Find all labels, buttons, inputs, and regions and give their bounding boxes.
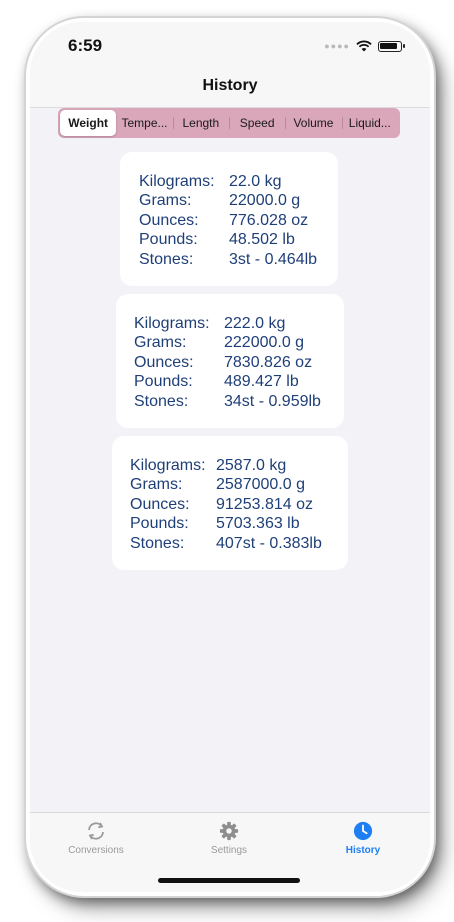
history-card: Kilograms: 222.0 kg Grams: 222000.0 g Ou… bbox=[116, 294, 344, 428]
history-card: Kilograms: 2587.0 kg Grams: 2587000.0 g … bbox=[112, 436, 348, 570]
tab-conversions[interactable]: Conversions bbox=[46, 821, 146, 856]
grams-value: 22000.0 g bbox=[229, 192, 301, 210]
history-row-grams: Grams: 22000.0 g bbox=[139, 192, 338, 212]
stones-value: 34st - 0.959lb bbox=[224, 392, 321, 410]
status-bar: 6:59 ●●●● bbox=[30, 22, 430, 68]
history-row-pounds: Pounds: 5703.363 lb bbox=[130, 515, 348, 535]
app-screen: 6:59 ●●●● History Weight Tempe... Length… bbox=[30, 22, 430, 892]
history-row-ounces: Ounces: 91253.814 oz bbox=[130, 495, 348, 515]
ounces-value: 7830.826 oz bbox=[224, 353, 313, 371]
grams-label: Grams: bbox=[130, 476, 183, 494]
history-row-pounds: Pounds: 489.427 lb bbox=[134, 373, 344, 393]
pounds-value: 5703.363 lb bbox=[216, 515, 300, 533]
tab-settings[interactable]: Settings bbox=[179, 821, 279, 856]
segment-length[interactable]: Length bbox=[172, 110, 229, 136]
kilograms-label: Kilograms: bbox=[139, 172, 215, 190]
pounds-value: 48.502 lb bbox=[229, 231, 295, 249]
grams-label: Grams: bbox=[134, 334, 187, 352]
segment-liquid[interactable]: Liquid... bbox=[341, 110, 398, 136]
wifi-icon bbox=[356, 40, 372, 52]
unit-category-segmented-control[interactable]: Weight Tempe... Length Speed Volume Liqu… bbox=[58, 108, 400, 138]
pounds-value: 489.427 lb bbox=[224, 373, 299, 391]
kilograms-label: Kilograms: bbox=[130, 456, 206, 474]
gear-icon bbox=[219, 821, 239, 841]
arrows-rotate-icon bbox=[88, 822, 104, 840]
tab-history[interactable]: History bbox=[313, 821, 413, 856]
ounces-value: 776.028 oz bbox=[229, 211, 309, 229]
clock-icon bbox=[353, 821, 373, 841]
pounds-label: Pounds: bbox=[130, 515, 189, 533]
history-row-pounds: Pounds: 48.502 lb bbox=[139, 231, 338, 251]
home-indicator[interactable] bbox=[158, 878, 300, 883]
page-title: History bbox=[202, 77, 258, 94]
status-time: 6:59 bbox=[68, 36, 103, 55]
segment-speed[interactable]: Speed bbox=[228, 110, 285, 136]
signal-icon: ●●●● bbox=[324, 41, 350, 51]
history-row-kilograms: Kilograms: 2587.0 kg bbox=[130, 456, 348, 476]
stones-label: Stones: bbox=[134, 392, 189, 410]
segment-temperature[interactable]: Tempe... bbox=[116, 110, 172, 136]
pounds-label: Pounds: bbox=[134, 373, 193, 391]
ounces-value: 91253.814 oz bbox=[216, 495, 313, 513]
tab-settings-label: Settings bbox=[210, 845, 248, 856]
ounces-label: Ounces: bbox=[139, 211, 199, 229]
stones-value: 407st - 0.383lb bbox=[216, 534, 322, 552]
segment-volume[interactable]: Volume bbox=[285, 110, 341, 136]
status-icons: ●●●● bbox=[324, 40, 405, 52]
stones-value: 3st - 0.464lb bbox=[229, 250, 318, 268]
kilograms-value: 2587.0 kg bbox=[216, 456, 287, 474]
tab-history-label: History bbox=[345, 845, 381, 856]
history-row-stones: Stones: 407st - 0.383lb bbox=[130, 534, 348, 554]
history-row-ounces: Ounces: 776.028 oz bbox=[139, 211, 338, 231]
history-row-stones: Stones: 3st - 0.464lb bbox=[139, 250, 338, 270]
pounds-label: Pounds: bbox=[139, 231, 198, 249]
history-row-kilograms: Kilograms: 222.0 kg bbox=[134, 314, 344, 334]
ounces-label: Ounces: bbox=[134, 353, 194, 371]
history-row-kilograms: Kilograms: 22.0 kg bbox=[139, 172, 338, 192]
kilograms-value: 22.0 kg bbox=[229, 172, 282, 190]
history-row-grams: Grams: 2587000.0 g bbox=[130, 476, 348, 496]
stones-label: Stones: bbox=[139, 250, 194, 268]
grams-value: 222000.0 g bbox=[224, 334, 305, 352]
grams-value: 2587000.0 g bbox=[216, 476, 305, 494]
kilograms-value: 222.0 kg bbox=[224, 314, 286, 332]
navigation-bar: History bbox=[30, 68, 430, 108]
ounces-label: Ounces: bbox=[130, 495, 190, 513]
battery-icon bbox=[378, 40, 405, 52]
kilograms-label: Kilograms: bbox=[134, 314, 210, 332]
history-row-ounces: Ounces: 7830.826 oz bbox=[134, 353, 344, 373]
tab-conversions-label: Conversions bbox=[68, 845, 124, 856]
history-row-stones: Stones: 34st - 0.959lb bbox=[134, 392, 344, 412]
stones-label: Stones: bbox=[130, 534, 185, 552]
history-card: Kilograms: 22.0 kg Grams: 22000.0 g Ounc… bbox=[120, 152, 338, 286]
segment-weight[interactable]: Weight bbox=[60, 110, 117, 136]
grams-label: Grams: bbox=[139, 192, 192, 210]
history-row-grams: Grams: 222000.0 g bbox=[134, 334, 344, 354]
